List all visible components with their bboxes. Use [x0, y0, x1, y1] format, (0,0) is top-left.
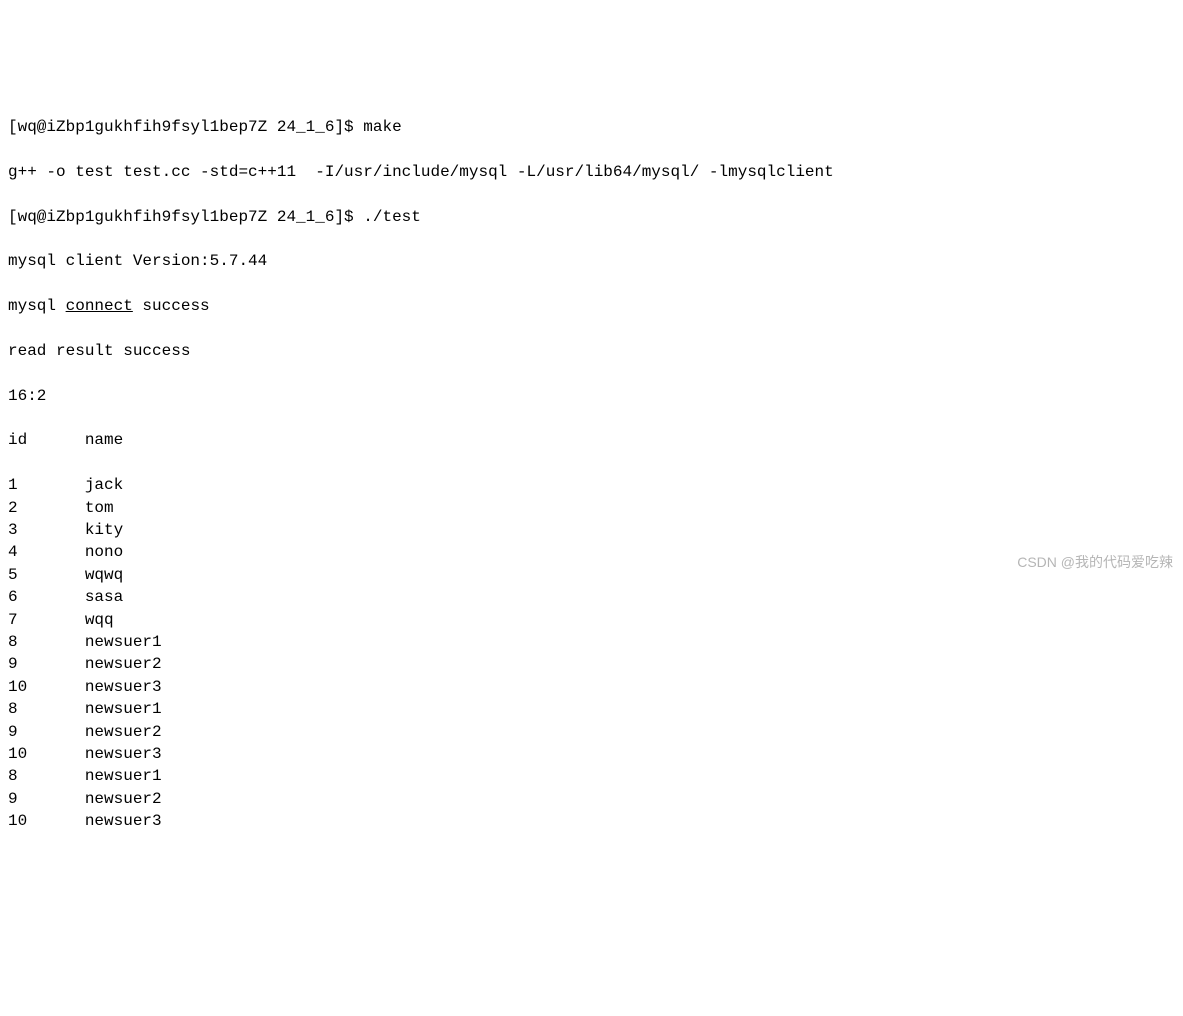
table-row: 8newsuer1: [8, 698, 1175, 720]
table-row: 9newsuer2: [8, 788, 1175, 810]
cell-name: newsuer1: [85, 765, 162, 787]
read-output: read result success: [8, 340, 1175, 362]
cell-id: 8: [8, 698, 85, 720]
cell-id: 2: [8, 497, 85, 519]
cell-id: 9: [8, 788, 85, 810]
connect-word: connect: [66, 297, 133, 315]
table-row: 2tom: [8, 497, 1175, 519]
table-header: idname: [8, 429, 1175, 451]
table-row: 10newsuer3: [8, 676, 1175, 698]
table-row: 10newsuer3: [8, 743, 1175, 765]
cell-id: 4: [8, 541, 85, 563]
cell-name: tom: [85, 497, 114, 519]
cell-name: newsuer3: [85, 810, 162, 832]
header-name: name: [85, 429, 123, 451]
cell-id: 1: [8, 474, 85, 496]
table-row: 10newsuer3: [8, 810, 1175, 832]
compile-output: g++ -o test test.cc -std=c++11 -I/usr/in…: [8, 161, 1175, 183]
cell-id: 9: [8, 653, 85, 675]
cell-id: 10: [8, 810, 85, 832]
shell-prompt: [wq@iZbp1gukhfih9fsyl1bep7Z 24_1_6]$: [8, 118, 363, 136]
cell-name: sasa: [85, 586, 123, 608]
connect-output: mysql connect success: [8, 295, 1175, 317]
cell-id: 8: [8, 631, 85, 653]
command-text: ./test: [363, 208, 421, 226]
cell-id: 10: [8, 743, 85, 765]
cell-id: 8: [8, 765, 85, 787]
cell-name: newsuer2: [85, 653, 162, 675]
cell-id: 10: [8, 676, 85, 698]
version-output: mysql client Version:5.7.44: [8, 250, 1175, 272]
cell-id: 7: [8, 609, 85, 631]
command-text: make: [363, 118, 401, 136]
cell-name: nono: [85, 541, 123, 563]
table-row: 4nono: [8, 541, 1175, 563]
dimensions-output: 16:2: [8, 385, 1175, 407]
table-row: 1jack: [8, 474, 1175, 496]
table-row: 5wqwq: [8, 564, 1175, 586]
cell-id: 3: [8, 519, 85, 541]
table-row: 3kity: [8, 519, 1175, 541]
terminal-output: [wq@iZbp1gukhfih9fsyl1bep7Z 24_1_6]$ mak…: [8, 94, 1175, 855]
header-id: id: [8, 429, 85, 451]
cell-id: 5: [8, 564, 85, 586]
prompt-line-1: [wq@iZbp1gukhfih9fsyl1bep7Z 24_1_6]$ mak…: [8, 116, 1175, 138]
cell-name: jack: [85, 474, 123, 496]
cell-name: newsuer2: [85, 721, 162, 743]
table-row: 9newsuer2: [8, 721, 1175, 743]
shell-prompt: [wq@iZbp1gukhfih9fsyl1bep7Z 24_1_6]$: [8, 208, 363, 226]
cell-name: newsuer2: [85, 788, 162, 810]
cell-name: wqwq: [85, 564, 123, 586]
cell-id: 9: [8, 721, 85, 743]
cell-name: newsuer3: [85, 676, 162, 698]
cell-id: 6: [8, 586, 85, 608]
cell-name: newsuer1: [85, 698, 162, 720]
watermark: CSDN @我的代码爱吃辣: [1017, 553, 1173, 573]
table-row: 7wqq: [8, 609, 1175, 631]
cell-name: kity: [85, 519, 123, 541]
cell-name: newsuer1: [85, 631, 162, 653]
table-row: 9newsuer2: [8, 653, 1175, 675]
table-row: 8newsuer1: [8, 631, 1175, 653]
cell-name: wqq: [85, 609, 114, 631]
table-body: 1jack2tom3kity4nono5wqwq6sasa7wqq8newsue…: [8, 474, 1175, 832]
cell-name: newsuer3: [85, 743, 162, 765]
table-row: 6sasa: [8, 586, 1175, 608]
prompt-line-2: [wq@iZbp1gukhfih9fsyl1bep7Z 24_1_6]$ ./t…: [8, 206, 1175, 228]
table-row: 8newsuer1: [8, 765, 1175, 787]
